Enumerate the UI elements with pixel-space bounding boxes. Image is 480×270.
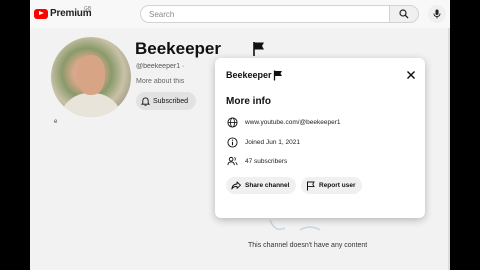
subscribers-icon bbox=[226, 156, 237, 165]
subscribed-button[interactable]: Subscribed bbox=[136, 92, 196, 110]
browser-viewport: Premium GB Search Beekeeper @beekeeper1 bbox=[30, 0, 450, 270]
page-scrollbar[interactable] bbox=[448, 28, 450, 270]
channel-about-dialog: Beekeeper More info www.youtube.com/@bee… bbox=[215, 58, 425, 218]
youtube-premium-logo[interactable]: Premium bbox=[34, 8, 92, 19]
empty-illustration bbox=[269, 219, 321, 231]
search-button[interactable] bbox=[389, 5, 419, 23]
more-info-heading: More info bbox=[226, 96, 271, 107]
channel-url-row: www.youtube.com/@beekeeper1 bbox=[226, 116, 341, 128]
side-fragment: e bbox=[54, 119, 58, 125]
channel-url-link[interactable]: www.youtube.com/@beekeeper1 bbox=[245, 119, 341, 126]
share-channel-label: Share channel bbox=[245, 182, 290, 189]
avatar-suit bbox=[59, 93, 123, 117]
subscriber-count: 47 subscribers bbox=[245, 157, 288, 165]
channel-handle: @beekeeper1 · 4 bbox=[136, 63, 186, 70]
avatar-face bbox=[77, 55, 105, 95]
share-icon bbox=[231, 181, 241, 190]
empty-content-message: This channel doesn't have any content bbox=[248, 242, 368, 249]
more-about-link[interactable]: More about this c bbox=[136, 78, 186, 85]
search-input[interactable]: Search bbox=[149, 10, 174, 19]
mic-icon bbox=[433, 9, 441, 19]
close-icon[interactable] bbox=[405, 69, 417, 81]
report-user-label: Report user bbox=[319, 182, 356, 189]
bell-icon bbox=[141, 96, 150, 106]
top-bar: Premium GB Search bbox=[30, 0, 450, 28]
joined-date: Joined Jun 1, 2021 bbox=[245, 138, 300, 146]
report-user-button[interactable]: Report user bbox=[301, 177, 363, 194]
youtube-logo-icon bbox=[34, 8, 48, 19]
flag-icon bbox=[253, 42, 264, 56]
subscribed-label: Subscribed bbox=[153, 97, 189, 105]
search-box[interactable]: Search bbox=[140, 5, 390, 23]
voice-search-button[interactable] bbox=[428, 5, 446, 23]
joined-row: Joined Jun 1, 2021 bbox=[226, 136, 300, 148]
channel-avatar bbox=[51, 37, 131, 117]
region-code: GB bbox=[84, 6, 92, 12]
subscribers-row: 47 subscribers bbox=[226, 155, 287, 167]
info-icon bbox=[226, 136, 238, 148]
share-channel-button[interactable]: Share channel bbox=[226, 177, 297, 194]
search-icon bbox=[399, 9, 409, 19]
report-flag-icon bbox=[307, 181, 315, 190]
flag-icon bbox=[273, 70, 282, 81]
globe-icon bbox=[226, 116, 238, 128]
dialog-title: Beekeeper bbox=[226, 70, 272, 80]
channel-name: Beekeeper bbox=[135, 39, 222, 58]
